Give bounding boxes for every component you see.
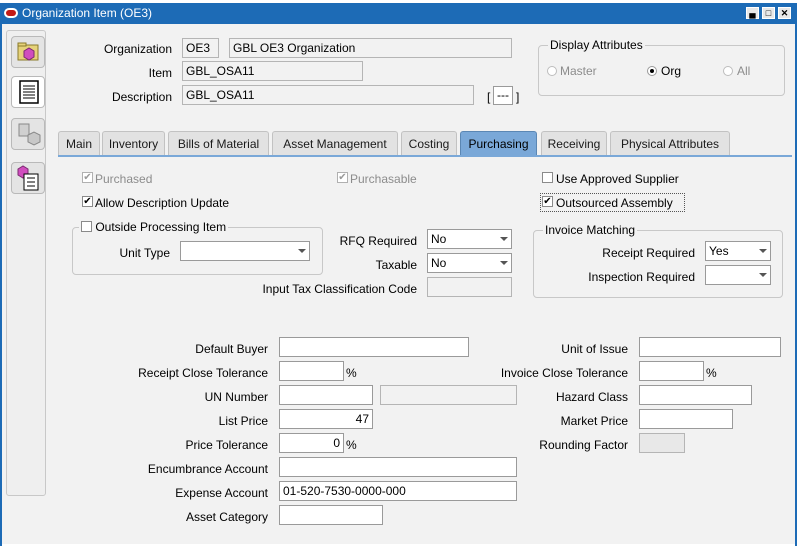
maximize-icon[interactable]: □ bbox=[762, 7, 775, 19]
chevron-down-icon bbox=[298, 249, 306, 253]
inspection-required-select[interactable] bbox=[705, 265, 771, 285]
taxable-select[interactable]: No bbox=[427, 253, 512, 273]
price-tolerance-percent: % bbox=[346, 438, 357, 452]
description-label: Description bbox=[111, 90, 172, 104]
use-approved-supplier-checkbox[interactable] bbox=[542, 172, 553, 183]
taxable-label: Taxable bbox=[375, 258, 417, 272]
window-title: Organization Item (OE3) bbox=[22, 6, 153, 20]
purchasable-label: Purchasable bbox=[350, 172, 417, 186]
receipt-required-label: Receipt Required bbox=[602, 246, 695, 260]
default-buyer-label: Default Buyer bbox=[195, 342, 268, 356]
tab-bills-of-material[interactable]: Bills of Material bbox=[168, 131, 269, 155]
market-price-label: Market Price bbox=[560, 414, 628, 428]
hazard-class-label: Hazard Class bbox=[555, 390, 628, 404]
master-radio[interactable] bbox=[547, 66, 557, 76]
outside-processing-title: Outside Processing Item bbox=[79, 220, 229, 234]
tab-main[interactable]: Main bbox=[58, 131, 100, 155]
master-radio-label: Master bbox=[560, 64, 597, 78]
tab-costing[interactable]: Costing bbox=[401, 131, 457, 155]
close-icon[interactable]: ✕ bbox=[778, 7, 791, 19]
window-titlebar: Organization Item (OE3) ▄ □ ✕ bbox=[0, 3, 797, 24]
un-number-label: UN Number bbox=[204, 390, 268, 404]
rfq-required-label: RFQ Required bbox=[339, 234, 417, 248]
display-attributes-title: Display Attributes bbox=[548, 38, 645, 52]
rounding-factor-label: Rounding Factor bbox=[539, 438, 628, 452]
market-price-field[interactable] bbox=[639, 409, 733, 429]
tab-receiving[interactable]: Receiving bbox=[541, 131, 607, 155]
receipt-close-tolerance-percent: % bbox=[346, 366, 357, 380]
price-tolerance-label: Price Tolerance bbox=[185, 438, 269, 452]
org-radio[interactable] bbox=[647, 66, 657, 76]
purchased-checkbox[interactable]: ✔ bbox=[82, 172, 93, 183]
default-buyer-field[interactable] bbox=[279, 337, 469, 357]
hazard-class-field[interactable] bbox=[639, 385, 752, 405]
purchasable-checkbox[interactable]: ✔ bbox=[337, 172, 348, 183]
outsourced-assembly-label: Outsourced Assembly bbox=[556, 196, 673, 210]
purchased-label: Purchased bbox=[95, 172, 153, 186]
outside-processing-label: Outside Processing Item bbox=[95, 220, 227, 234]
desc-flex-open: [ bbox=[487, 90, 491, 104]
item-components-icon[interactable] bbox=[11, 118, 45, 150]
folder-icon[interactable] bbox=[11, 36, 45, 68]
inspection-required-label: Inspection Required bbox=[588, 270, 695, 284]
expense-account-label: Expense Account bbox=[175, 486, 268, 500]
invoice-close-tolerance-percent: % bbox=[706, 366, 717, 380]
tab-physical-attributes[interactable]: Physical Attributes bbox=[610, 131, 730, 155]
outsourced-assembly-checkbox[interactable]: ✔ bbox=[542, 196, 553, 207]
receipt-close-tolerance-label: Receipt Close Tolerance bbox=[138, 366, 268, 380]
tab-strip: Main Inventory Bills of Material Asset M… bbox=[58, 131, 792, 156]
rounding-factor-field[interactable] bbox=[639, 433, 685, 453]
chevron-down-icon bbox=[759, 273, 767, 277]
item-label: Item bbox=[148, 66, 172, 80]
tab-asset-management[interactable]: Asset Management bbox=[272, 131, 398, 155]
tab-inventory[interactable]: Inventory bbox=[102, 131, 165, 155]
minimize-icon[interactable]: ▄ bbox=[746, 7, 759, 19]
outside-processing-checkbox[interactable] bbox=[81, 221, 92, 232]
asset-category-label: Asset Category bbox=[185, 510, 268, 524]
list-price-label: List Price bbox=[218, 414, 268, 428]
allow-description-update-label: Allow Description Update bbox=[95, 196, 230, 210]
document-list-icon[interactable] bbox=[11, 76, 45, 108]
organization-name-field[interactable]: GBL OE3 Organization bbox=[229, 38, 512, 58]
org-radio-label: Org bbox=[661, 64, 682, 78]
unit-of-issue-label: Unit of Issue bbox=[561, 342, 628, 356]
input-tax-classification-field[interactable] bbox=[427, 277, 512, 297]
item-field[interactable]: GBL_OSA11 bbox=[182, 61, 363, 81]
all-radio-label: All bbox=[737, 64, 751, 78]
expense-account-field[interactable]: 01-520-7530-0000-000 bbox=[279, 481, 517, 501]
allow-description-update-checkbox[interactable]: ✔ bbox=[82, 196, 93, 207]
encumbrance-account-field[interactable] bbox=[279, 457, 517, 477]
all-radio[interactable] bbox=[723, 66, 733, 76]
list-price-field[interactable]: 47 bbox=[279, 409, 373, 429]
tab-purchasing[interactable]: Purchasing bbox=[460, 131, 537, 155]
un-number-field[interactable] bbox=[279, 385, 373, 405]
asset-category-field[interactable] bbox=[279, 505, 383, 525]
oracle-logo-icon bbox=[4, 8, 18, 18]
organization-label: Organization bbox=[103, 42, 172, 56]
unit-of-issue-field[interactable] bbox=[639, 337, 781, 357]
invoice-close-tolerance-field[interactable] bbox=[639, 361, 704, 381]
rfq-required-select[interactable]: No bbox=[427, 229, 512, 249]
organization-code-field[interactable]: OE3 bbox=[182, 38, 219, 58]
item-attributes-icon[interactable] bbox=[11, 162, 45, 194]
input-tax-classification-label: Input Tax Classification Code bbox=[262, 282, 417, 296]
unit-type-label: Unit Type bbox=[119, 246, 170, 260]
desc-flex-close: ] bbox=[516, 90, 520, 104]
descriptive-flexfield[interactable]: --- bbox=[493, 86, 513, 105]
use-approved-supplier-label: Use Approved Supplier bbox=[556, 172, 679, 186]
encumbrance-account-label: Encumbrance Account bbox=[147, 462, 268, 476]
invoice-matching-title: Invoice Matching bbox=[543, 223, 638, 237]
description-field[interactable]: GBL_OSA11 bbox=[182, 85, 474, 105]
invoice-close-tolerance-label: Invoice Close Tolerance bbox=[500, 366, 628, 380]
chevron-down-icon bbox=[759, 249, 767, 253]
unit-type-select[interactable] bbox=[180, 241, 310, 261]
receipt-required-select[interactable]: Yes bbox=[705, 241, 771, 261]
chevron-down-icon bbox=[500, 261, 508, 265]
price-tolerance-field[interactable]: 0 bbox=[279, 433, 344, 453]
receipt-close-tolerance-field[interactable] bbox=[279, 361, 344, 381]
chevron-down-icon bbox=[500, 237, 508, 241]
